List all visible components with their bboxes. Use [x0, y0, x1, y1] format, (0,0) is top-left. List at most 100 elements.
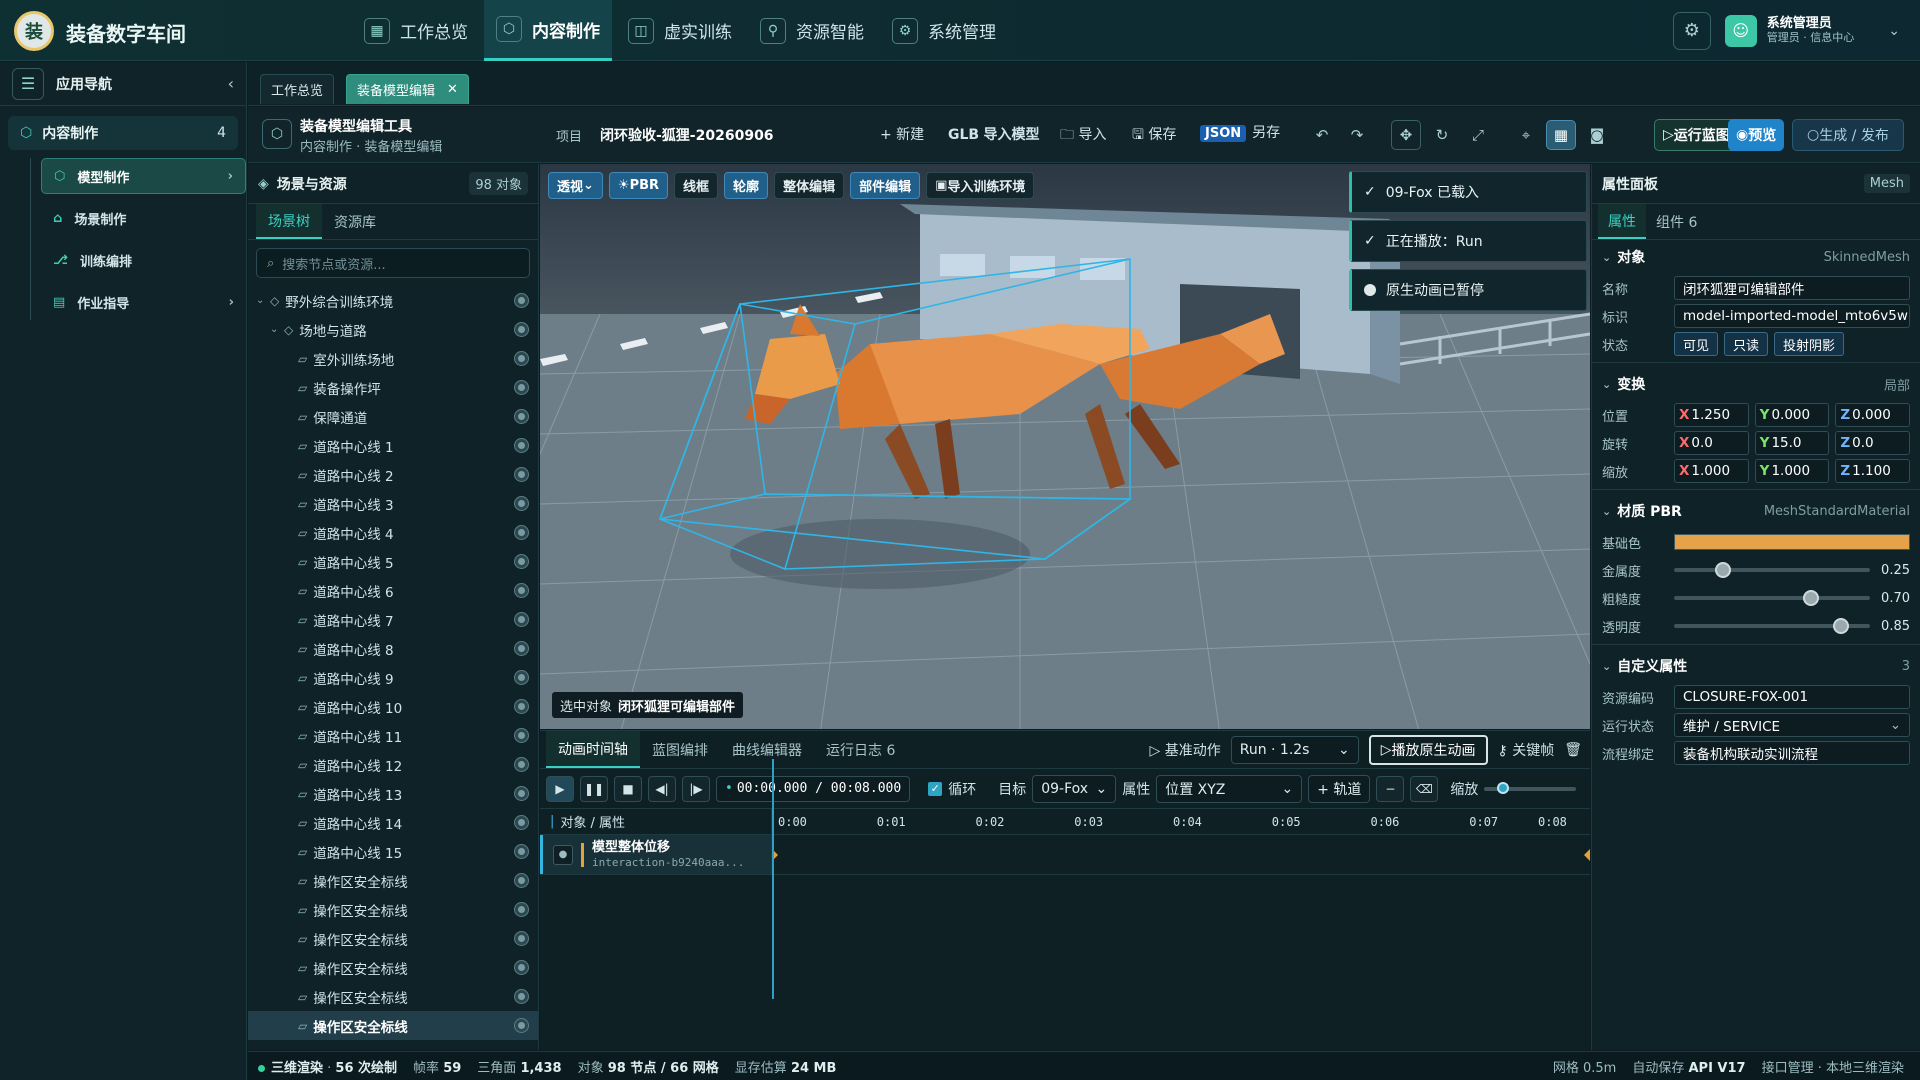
sidebar-group-content[interactable]: ⬡ 内容制作 4 — [8, 116, 238, 150]
tree-node[interactable]: ⌄ ◇ 野外综合训练环境 — [248, 286, 538, 315]
user-info[interactable]: 系统管理员 管理员 · 信息中心 — [1767, 16, 1855, 45]
tree-node[interactable]: ▱ 操作区安全标线 — [248, 895, 538, 924]
tree-node[interactable]: ▱ 操作区安全标线 — [248, 953, 538, 982]
sidebar-item-model[interactable]: ⬡ 模型制作 › — [41, 158, 246, 194]
visibility-icon[interactable] — [515, 729, 528, 742]
tree-node[interactable]: ▱ 操作区安全标线 — [248, 982, 538, 1011]
visibility-icon[interactable] — [515, 932, 528, 945]
camera-icon[interactable]: ◙ — [1582, 120, 1612, 150]
tab-curve-editor[interactable]: 曲线编辑器 — [720, 731, 814, 768]
visibility-icon[interactable] — [515, 642, 528, 655]
id-field[interactable]: model-imported-model_mto6v5w — [1674, 304, 1910, 328]
visibility-icon[interactable] — [515, 613, 528, 626]
visibility-icon[interactable] — [515, 381, 528, 394]
visibility-icon[interactable] — [515, 410, 528, 423]
menu-icon[interactable]: ☰ — [12, 67, 44, 100]
slider-knob[interactable] — [1803, 590, 1820, 606]
tree-node[interactable]: ▱ 道路中心线 14 — [248, 808, 538, 837]
wireframe-button[interactable]: 线框 — [674, 172, 719, 199]
tree-node[interactable]: ▱ 道路中心线 3 — [248, 489, 538, 518]
attr-select[interactable]: 位置 XYZ ⌄ — [1156, 774, 1303, 803]
section-transform[interactable]: ⌄ 变换 局部 — [1592, 367, 1920, 401]
visibility-icon[interactable] — [515, 555, 528, 568]
readonly-chip[interactable]: 只读 — [1724, 332, 1769, 356]
tree-node[interactable]: ▱ 道路中心线 2 — [248, 460, 538, 489]
visible-chip[interactable]: 可见 — [1674, 332, 1719, 356]
tree-node[interactable]: ▱ 操作区安全标线 — [248, 866, 538, 895]
y-field[interactable]: Y 0.000 — [1754, 403, 1830, 427]
z-field[interactable]: Z 1.100 — [1835, 459, 1911, 483]
nav-system[interactable]: ⚙ 系统管理 — [880, 0, 1008, 61]
run-state-select[interactable]: 维护 / SERVICE ⌄ — [1674, 713, 1910, 737]
cast-shadow-chip[interactable]: 投射阴影 — [1774, 332, 1845, 356]
minus-icon[interactable]: − — [1376, 775, 1405, 802]
import-model-button[interactable]: GLB 导入模型 — [948, 124, 1040, 144]
import-env-button[interactable]: ▣ 导入训练环境 — [926, 172, 1035, 199]
import-button[interactable]: 🗀 导入 — [1060, 124, 1106, 148]
chevron-down-icon[interactable]: ⌄ — [1888, 23, 1900, 39]
close-icon[interactable]: ✕ — [447, 82, 458, 97]
pbr-button[interactable]: ☀ PBR — [608, 172, 669, 199]
tree-node[interactable]: ▱ 道路中心线 7 — [248, 605, 538, 634]
slider-knob[interactable] — [1715, 562, 1731, 578]
tree-node[interactable]: ▱ 道路中心线 11 — [248, 721, 538, 750]
tree-node[interactable]: ▱ 道路中心线 12 — [248, 750, 538, 779]
visibility-icon[interactable] — [515, 787, 528, 800]
tree-node[interactable]: ▱ 道路中心线 13 — [248, 779, 538, 808]
section-object[interactable]: ⌄ 对象 SkinnedMesh — [1592, 240, 1920, 274]
section-material[interactable]: ⌄ 材质 PBR MeshStandardMaterial — [1592, 494, 1920, 528]
tree-node[interactable]: ▱ 操作区安全标线 — [248, 1011, 538, 1040]
trash-icon[interactable]: 🗑 — [1564, 742, 1582, 758]
stop-icon[interactable]: ■ — [614, 775, 642, 802]
outline-button[interactable]: 轮廓 — [724, 172, 769, 199]
flow-field[interactable]: 装备机构联动实训流程 — [1674, 741, 1910, 765]
visibility-icon[interactable] — [515, 497, 528, 510]
publish-button[interactable]: ○ 生成 / 发布 — [1792, 119, 1904, 151]
tree-node[interactable]: ▱ 道路中心线 10 — [248, 692, 538, 721]
eye-icon[interactable]: ● — [553, 844, 573, 865]
part-edit-button[interactable]: 部件编辑 — [850, 172, 921, 199]
tree-node[interactable]: ▱ 道路中心线 1 — [248, 431, 538, 460]
slider[interactable] — [1674, 590, 1870, 606]
sidebar-item-training[interactable]: ⎇ 训练编排 — [41, 242, 246, 278]
sidebar-item-scene[interactable]: ⌂ 场景制作 — [41, 200, 246, 236]
visibility-icon[interactable] — [515, 323, 528, 336]
nav-resource[interactable]: ⚲ 资源智能 — [748, 0, 876, 61]
step-back-icon[interactable]: ◀| — [648, 775, 676, 802]
save-button[interactable]: 🖫 保存 — [1132, 124, 1176, 148]
tab-asset-library[interactable]: 资源库 — [322, 204, 388, 239]
pause-icon[interactable]: ❚❚ — [580, 775, 608, 802]
visibility-icon[interactable] — [515, 294, 528, 307]
playhead[interactable] — [772, 759, 774, 999]
nav-training[interactable]: ◫ 虚实训练 — [616, 0, 744, 61]
run-blueprint-button[interactable]: ▷ 运行蓝图 — [1654, 119, 1739, 151]
whole-edit-button[interactable]: 整体编辑 — [774, 172, 845, 199]
visibility-icon[interactable] — [515, 816, 528, 829]
scale-icon[interactable]: ⤢ — [1463, 120, 1493, 150]
track-label[interactable]: ● 模型整体位移 interaction-b9240aaa... — [540, 835, 772, 874]
visibility-icon[interactable] — [515, 700, 528, 713]
slider[interactable] — [1674, 562, 1870, 578]
nav-overview[interactable]: ▦ 工作总览 — [352, 0, 480, 61]
visibility-icon[interactable] — [515, 671, 528, 684]
settings-gear-icon[interactable]: ⚙ — [1672, 11, 1711, 50]
ruler-ticks[interactable]: 0:00 0:01 0:02 0:03 0:04 0:05 0:06 0:07 0:08 — [772, 809, 1590, 834]
asset-code-field[interactable]: CLOSURE-FOX-001 — [1674, 685, 1910, 709]
tree-node[interactable]: ▱ 保障通道 — [248, 402, 538, 431]
add-track-button[interactable]: + 轨道 — [1308, 774, 1371, 803]
tree-node[interactable]: ▱ 道路中心线 8 — [248, 634, 538, 663]
tree-node[interactable]: ▱ 操作区安全标线 — [248, 924, 538, 953]
section-custom[interactable]: ⌄ 自定义属性 3 — [1592, 649, 1920, 683]
z-field[interactable]: Z 0.0 — [1835, 431, 1911, 455]
chevron-left-icon[interactable]: ‹ — [228, 74, 234, 93]
save-as-button[interactable]: JSON 另存 — [1200, 122, 1280, 142]
redo-icon[interactable]: ↷ — [1342, 120, 1372, 150]
tree-node[interactable]: ▱ 道路中心线 5 — [248, 547, 538, 576]
y-field[interactable]: Y 1.000 — [1754, 459, 1830, 483]
visibility-icon[interactable] — [515, 845, 528, 858]
track-lane[interactable] — [772, 835, 1590, 874]
nav-content[interactable]: ⬡ 内容制作 — [484, 0, 612, 61]
loop-checkbox[interactable]: ✓ — [928, 781, 943, 796]
x-field[interactable]: X 1.000 — [1674, 459, 1749, 483]
tree-node[interactable]: ▱ 道路中心线 4 — [248, 518, 538, 547]
